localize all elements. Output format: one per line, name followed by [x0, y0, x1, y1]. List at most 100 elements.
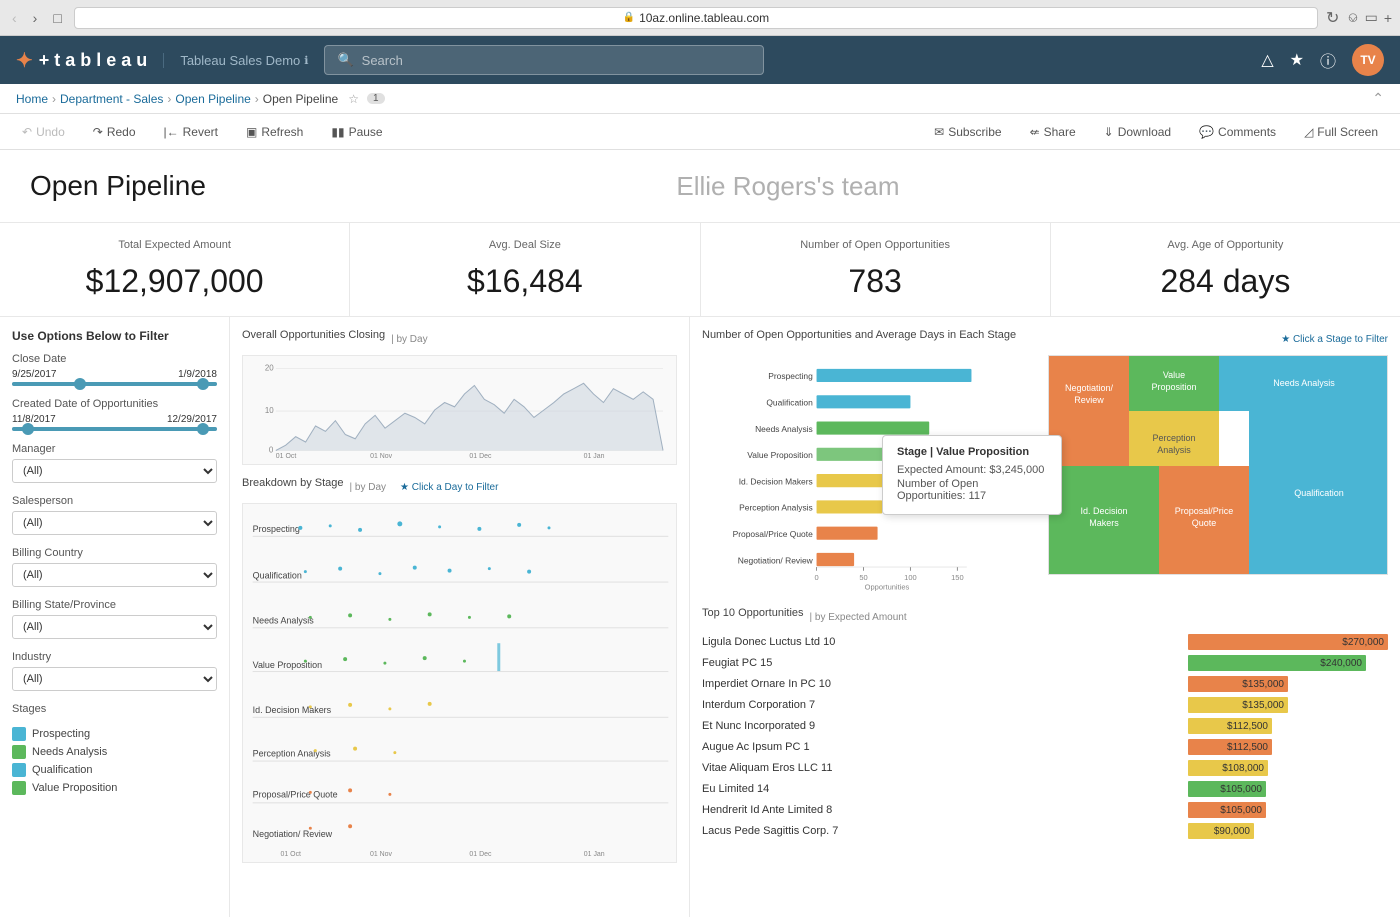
- share-browser-button[interactable]: ⎉: [1347, 9, 1358, 26]
- back-button[interactable]: ‹: [8, 8, 21, 28]
- filter-panel: Use Options Below to Filter Close Date 9…: [0, 317, 230, 917]
- kpi-opportunities: Number of Open Opportunities 783: [701, 223, 1051, 316]
- top10-bar: $108,000: [1188, 760, 1268, 776]
- star-bookmark[interactable]: ☆: [348, 92, 359, 106]
- list-item[interactable]: Ligula Donec Luctus Ltd 10 $270,000: [702, 633, 1388, 651]
- duplicate-tab-button[interactable]: ▭: [1365, 9, 1378, 26]
- list-item[interactable]: Lacus Pede Sagittis Corp. 7 $90,000: [702, 822, 1388, 840]
- horizontal-bar-chart: Prospecting Qualification Needs Analysis…: [702, 355, 1040, 595]
- top10-bar: $112,500: [1188, 718, 1272, 734]
- breakdown-click-filter[interactable]: ★ Click a Day to Filter: [400, 482, 498, 493]
- top10-value: $112,500: [1227, 742, 1268, 753]
- address-bar: 🔒 10az.online.tableau.com: [74, 7, 1318, 29]
- reload-button[interactable]: ↻: [1326, 8, 1339, 28]
- subscribe-button[interactable]: ✉ Subscribe: [928, 122, 1007, 142]
- bar-chart-click-filter[interactable]: ★ Click a Stage to Filter: [1281, 334, 1388, 345]
- alert-icon[interactable]: △: [1261, 50, 1273, 70]
- svg-text:Perception Analysis: Perception Analysis: [253, 749, 332, 759]
- search-bar-container: 🔍: [324, 45, 764, 75]
- manager-select[interactable]: (All): [12, 459, 217, 483]
- fullscreen-button[interactable]: ◿ Full Screen: [1298, 122, 1384, 142]
- undo-button[interactable]: ↶ Undo: [16, 122, 71, 142]
- list-item[interactable]: Vitae Aliquam Eros LLC 11 $108,000: [702, 759, 1388, 777]
- forward-button[interactable]: ›: [29, 8, 42, 28]
- new-tab-button[interactable]: +: [1384, 9, 1392, 26]
- comments-button[interactable]: 💬 Comments: [1193, 122, 1282, 142]
- breadcrumb-current: Open Pipeline: [263, 92, 338, 106]
- browser-actions: ⎉ ▭ +: [1347, 9, 1392, 26]
- list-item[interactable]: Interdum Corporation 7 $135,000: [702, 696, 1388, 714]
- dashboard-subtitle: Ellie Rogers's team: [206, 171, 1370, 202]
- collapse-button[interactable]: ⌃: [1372, 90, 1384, 107]
- svg-text:10: 10: [265, 406, 274, 415]
- star-icon[interactable]: ★: [1290, 50, 1304, 70]
- breadcrumb-home[interactable]: Home: [16, 92, 48, 106]
- avatar[interactable]: TV: [1352, 44, 1384, 76]
- svg-text:Qualification: Qualification: [1294, 488, 1344, 498]
- list-item[interactable]: Augue Ac Ipsum PC 1 $112,500: [702, 738, 1388, 756]
- salesperson-select[interactable]: (All): [12, 511, 217, 535]
- list-item[interactable]: Eu Limited 14 $105,000: [702, 780, 1388, 798]
- kpi-avg-deal-value: $16,484: [370, 263, 679, 300]
- top10-bar: $135,000: [1188, 697, 1288, 713]
- close-date-slider[interactable]: [12, 382, 217, 386]
- logo-text: + t a b l e a u: [39, 50, 148, 71]
- industry-select[interactable]: (All): [12, 667, 217, 691]
- revert-icon: |←: [164, 125, 179, 139]
- search-icon: 🔍: [337, 52, 353, 68]
- tab-button[interactable]: □: [49, 8, 65, 28]
- svg-text:Quote: Quote: [1192, 518, 1217, 528]
- top10-item-name: Eu Limited 14: [702, 783, 1188, 795]
- breadcrumb-department[interactable]: Department - Sales: [60, 92, 163, 106]
- top10-value: $112,500: [1227, 721, 1268, 732]
- top10-bar: $270,000: [1188, 634, 1388, 650]
- bar-chart-title: Number of Open Opportunities and Average…: [702, 329, 1016, 341]
- kpi-avg-age: Avg. Age of Opportunity 284 days: [1051, 223, 1400, 316]
- top10-title-row: Top 10 Opportunities | by Expected Amoun…: [702, 607, 1388, 627]
- help-icon[interactable]: ⓘ: [1320, 48, 1336, 72]
- top10-bar-area: $90,000: [1188, 822, 1388, 840]
- svg-text:01 Jan: 01 Jan: [584, 851, 605, 858]
- svg-text:Value: Value: [1163, 370, 1185, 380]
- legend-qualification: Qualification: [12, 763, 217, 777]
- share-button[interactable]: ⇍ Share: [1024, 122, 1082, 142]
- svg-text:Id. Decision: Id. Decision: [1080, 506, 1127, 516]
- list-item[interactable]: Feugiat PC 15 $240,000: [702, 654, 1388, 672]
- redo-button[interactable]: ↷ Redo: [87, 122, 142, 142]
- bar-chart-section: Number of Open Opportunities and Average…: [702, 329, 1388, 595]
- created-date-slider[interactable]: [12, 427, 217, 431]
- svg-text:0: 0: [269, 445, 274, 454]
- billing-state-label: Billing State/Province: [12, 599, 217, 611]
- download-button[interactable]: ⇓ Download: [1098, 122, 1177, 142]
- created-date-label: Created Date of Opportunities: [12, 398, 217, 410]
- overall-chart-title-row: Overall Opportunities Closing | by Day: [242, 329, 677, 349]
- list-item[interactable]: Imperdiet Ornare In PC 10 $135,000: [702, 675, 1388, 693]
- refresh-button[interactable]: ▣ Refresh: [240, 122, 309, 142]
- legend-color-prospecting: [12, 727, 26, 741]
- revert-button[interactable]: |← Revert: [158, 122, 224, 142]
- filter-industry: Industry (All): [12, 651, 217, 691]
- top10-bar: $240,000: [1188, 655, 1366, 671]
- main-content: Open Pipeline Ellie Rogers's team Total …: [0, 150, 1400, 917]
- filter-salesperson: Salesperson (All): [12, 495, 217, 535]
- filter-close-date: Close Date 9/25/2017 1/9/2018: [12, 353, 217, 386]
- top10-value: $270,000: [1342, 637, 1384, 648]
- top10-value: $105,000: [1220, 805, 1262, 816]
- billing-country-select[interactable]: (All): [12, 563, 217, 587]
- top10-bar: $90,000: [1188, 823, 1254, 839]
- breakdown-chart: Breakdown by Stage | by Day ★ Click a Da…: [242, 477, 677, 863]
- kpi-total-expected: Total Expected Amount $12,907,000: [0, 223, 350, 316]
- created-date-range: 11/8/2017 12/29/2017: [12, 414, 217, 425]
- top10-bar: $105,000: [1188, 781, 1266, 797]
- legend-needs-analysis: Needs Analysis: [12, 745, 217, 759]
- list-item[interactable]: Et Nunc Incorporated 9 $112,500: [702, 717, 1388, 735]
- list-item[interactable]: Hendrerit Id Ante Limited 8 $105,000: [702, 801, 1388, 819]
- bar-treemap-row: Prospecting Qualification Needs Analysis…: [702, 355, 1388, 595]
- pause-button[interactable]: ▮▮ Pause: [325, 122, 388, 142]
- billing-state-select[interactable]: (All): [12, 615, 217, 639]
- tooltip: Stage | Value Proposition Expected Amoun…: [882, 435, 1062, 515]
- breadcrumb-pipeline[interactable]: Open Pipeline: [175, 92, 250, 106]
- top10-section: Top 10 Opportunities | by Expected Amoun…: [702, 607, 1388, 840]
- bar-chart-title-row: Number of Open Opportunities and Average…: [702, 329, 1388, 349]
- search-input[interactable]: [362, 53, 752, 68]
